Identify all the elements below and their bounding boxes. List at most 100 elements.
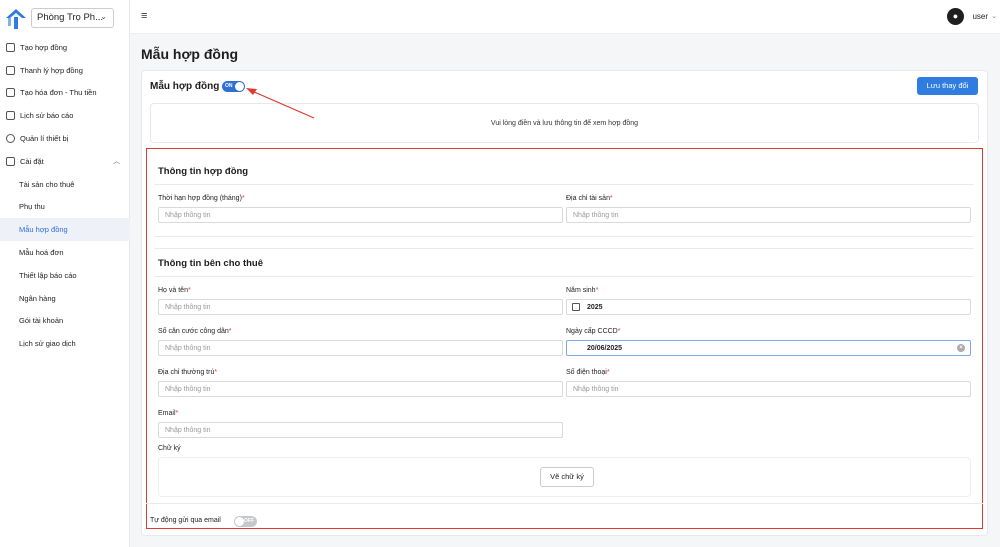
sidebar-item-report-history[interactable]: Lịch sử báo cáo bbox=[0, 104, 130, 127]
document-icon bbox=[6, 65, 15, 75]
chevron-down-icon: ⌄ bbox=[100, 12, 107, 21]
settings-icon bbox=[6, 156, 15, 166]
birth-year-label: Năm sinh* bbox=[566, 287, 598, 294]
sidebar-item-label: Lịch sử báo cáo bbox=[20, 111, 74, 121]
history-icon bbox=[6, 111, 15, 121]
save-button[interactable]: Lưu thay đổi bbox=[917, 77, 978, 95]
residence-input[interactable]: Nhập thông tin bbox=[158, 381, 563, 397]
sidebar-item-label: Thiết lập báo cáo bbox=[19, 270, 77, 280]
sidebar-subitem-plan[interactable]: Gói tài khoản bbox=[0, 310, 130, 333]
sidebar-subitem-assets[interactable]: Tài sản cho thuê bbox=[0, 173, 130, 196]
signature-label: Chữ ký bbox=[158, 445, 181, 452]
clear-icon[interactable]: × bbox=[957, 344, 965, 352]
property-address-input[interactable]: Nhập thông tin bbox=[566, 207, 971, 223]
phone-label: Số điện thoại* bbox=[566, 369, 610, 376]
device-icon bbox=[6, 134, 15, 144]
divider bbox=[154, 184, 974, 185]
toggle-label: OFF bbox=[244, 518, 254, 524]
sidebar: Phòng Trọ Ph... ⌄ Tạo hợp đồng Thanh lý … bbox=[0, 0, 130, 547]
citizen-id-input[interactable]: Nhập thông tin bbox=[158, 340, 563, 356]
label-text: Ngày cấp CCCD bbox=[566, 328, 618, 335]
sidebar-item-create-invoice[interactable]: Tạo hóa đơn - Thu tiền bbox=[0, 82, 130, 105]
birth-year-picker[interactable]: 2025 bbox=[566, 299, 971, 315]
sidebar-subitem-contract-template[interactable]: Mẫu hợp đồng bbox=[0, 218, 130, 242]
label-text: Số điện thoại bbox=[566, 369, 607, 376]
required-mark: * bbox=[187, 287, 191, 294]
menu-icon[interactable]: ≡ bbox=[141, 10, 147, 22]
divider bbox=[154, 276, 974, 277]
signature-area: Vẽ chữ ký bbox=[158, 457, 971, 497]
sidebar-item-label: Gói tài khoản bbox=[19, 316, 64, 326]
birth-year-value: 2025 bbox=[587, 304, 603, 311]
contract-term-label: Thời hạn hợp đồng (tháng)* bbox=[158, 195, 245, 202]
page-title: Mẫu hợp đồng bbox=[141, 46, 239, 62]
contract-template-toggle[interactable]: ON bbox=[222, 81, 245, 92]
sidebar-subitem-report-settings[interactable]: Thiết lập báo cáo bbox=[0, 264, 130, 287]
divider bbox=[154, 236, 974, 237]
sidebar-item-devices[interactable]: Quản lí thiết bị bbox=[0, 127, 130, 150]
sidebar-item-label: Lịch sử giao dịch bbox=[19, 339, 76, 349]
contract-term-input[interactable]: Nhập thông tin bbox=[158, 207, 563, 223]
card-title: Mẫu hợp đồng bbox=[150, 81, 220, 92]
auto-email-toggle[interactable]: OFF bbox=[234, 516, 257, 527]
contract-template-card: Mẫu hợp đồng ON Lưu thay đổi Vui lòng đi… bbox=[141, 70, 988, 536]
sidebar-item-label: Thanh lý hợp đồng bbox=[20, 65, 83, 75]
id-issue-date-picker[interactable]: 20/06/2025 × bbox=[566, 340, 971, 356]
sidebar-nav: Tạo hợp đồng Thanh lý hợp đồng Tạo hóa đ… bbox=[0, 36, 130, 355]
sidebar-item-label: Cài đặt bbox=[20, 156, 44, 166]
sidebar-item-settings[interactable]: Cài đặt ︿ bbox=[0, 150, 130, 173]
sidebar-subitem-surcharges[interactable]: Phụ thu bbox=[0, 196, 130, 219]
sidebar-item-label: Mẫu hợp đồng bbox=[19, 225, 68, 235]
chevron-up-icon: ︿ bbox=[113, 157, 120, 165]
draw-signature-button[interactable]: Vẽ chữ ký bbox=[540, 467, 594, 487]
sidebar-item-terminate-contract[interactable]: Thanh lý hợp đồng bbox=[0, 59, 130, 82]
id-issue-date-label: Ngày cấp CCCD* bbox=[566, 328, 620, 335]
preview-notice: Vui lòng điền và lưu thông tin để xem hợ… bbox=[150, 103, 979, 143]
property-select-value: Phòng Trọ Ph... bbox=[37, 12, 104, 23]
property-address-label: Địa chỉ tài sản* bbox=[566, 195, 613, 202]
required-mark: * bbox=[214, 369, 218, 376]
email-label: Email* bbox=[158, 410, 178, 417]
label-text: Năm sinh bbox=[566, 287, 596, 294]
full-name-label: Họ và tên* bbox=[158, 287, 191, 294]
required-mark: * bbox=[241, 195, 245, 202]
citizen-id-label: Số căn cước công dân* bbox=[158, 328, 232, 335]
divider bbox=[154, 248, 974, 249]
residence-label: Địa chỉ thường trú* bbox=[158, 369, 217, 376]
avatar[interactable]: ● bbox=[947, 8, 964, 25]
required-mark: * bbox=[595, 287, 599, 294]
sidebar-subitem-invoice-template[interactable]: Mẫu hoá đơn bbox=[0, 241, 130, 264]
sidebar-subitem-transactions[interactable]: Lịch sử giao dịch bbox=[0, 332, 130, 355]
label-text: Email bbox=[158, 410, 176, 417]
divider bbox=[146, 503, 983, 504]
label-text: Thời hạn hợp đồng (tháng) bbox=[158, 195, 242, 202]
sidebar-item-label: Tài sản cho thuê bbox=[19, 179, 75, 189]
label-text: Số căn cước công dân bbox=[158, 328, 229, 335]
toggle-label: ON bbox=[225, 83, 233, 89]
required-mark: * bbox=[606, 369, 610, 376]
label-text: Địa chỉ tài sản bbox=[566, 195, 610, 202]
required-mark: * bbox=[609, 195, 613, 202]
sidebar-item-label: Tạo hóa đơn - Thu tiền bbox=[20, 88, 97, 98]
id-issue-date-value: 20/06/2025 bbox=[587, 345, 623, 352]
sidebar-item-label: Mẫu hoá đơn bbox=[19, 248, 64, 258]
sidebar-subitem-bank[interactable]: Ngân hàng bbox=[0, 287, 130, 310]
sidebar-item-create-contract[interactable]: Tạo hợp đồng bbox=[0, 36, 130, 59]
email-input[interactable]: Nhập thông tin bbox=[158, 422, 563, 438]
edit-document-icon bbox=[6, 42, 15, 52]
label-text: Họ và tên bbox=[158, 287, 188, 294]
sidebar-item-label: Phụ thu bbox=[19, 202, 45, 212]
full-name-input[interactable]: Nhập thông tin bbox=[158, 299, 563, 315]
chevron-down-icon[interactable]: ⌄ bbox=[991, 12, 997, 20]
calendar-icon bbox=[572, 303, 580, 311]
required-mark: * bbox=[617, 328, 621, 335]
sidebar-item-label: Quản lí thiết bị bbox=[20, 134, 69, 144]
phone-input[interactable]: Nhập thông tin bbox=[566, 381, 971, 397]
sidebar-item-label: Tạo hợp đồng bbox=[20, 42, 68, 52]
property-select[interactable]: Phòng Trọ Ph... ⌄ bbox=[31, 8, 114, 28]
username[interactable]: user bbox=[972, 12, 988, 21]
app-logo-icon[interactable] bbox=[5, 8, 27, 30]
label-text: Địa chỉ thường trú bbox=[158, 369, 215, 376]
user-icon: ● bbox=[952, 11, 959, 21]
topbar: ≡ ● user ⌄ bbox=[130, 0, 1000, 34]
